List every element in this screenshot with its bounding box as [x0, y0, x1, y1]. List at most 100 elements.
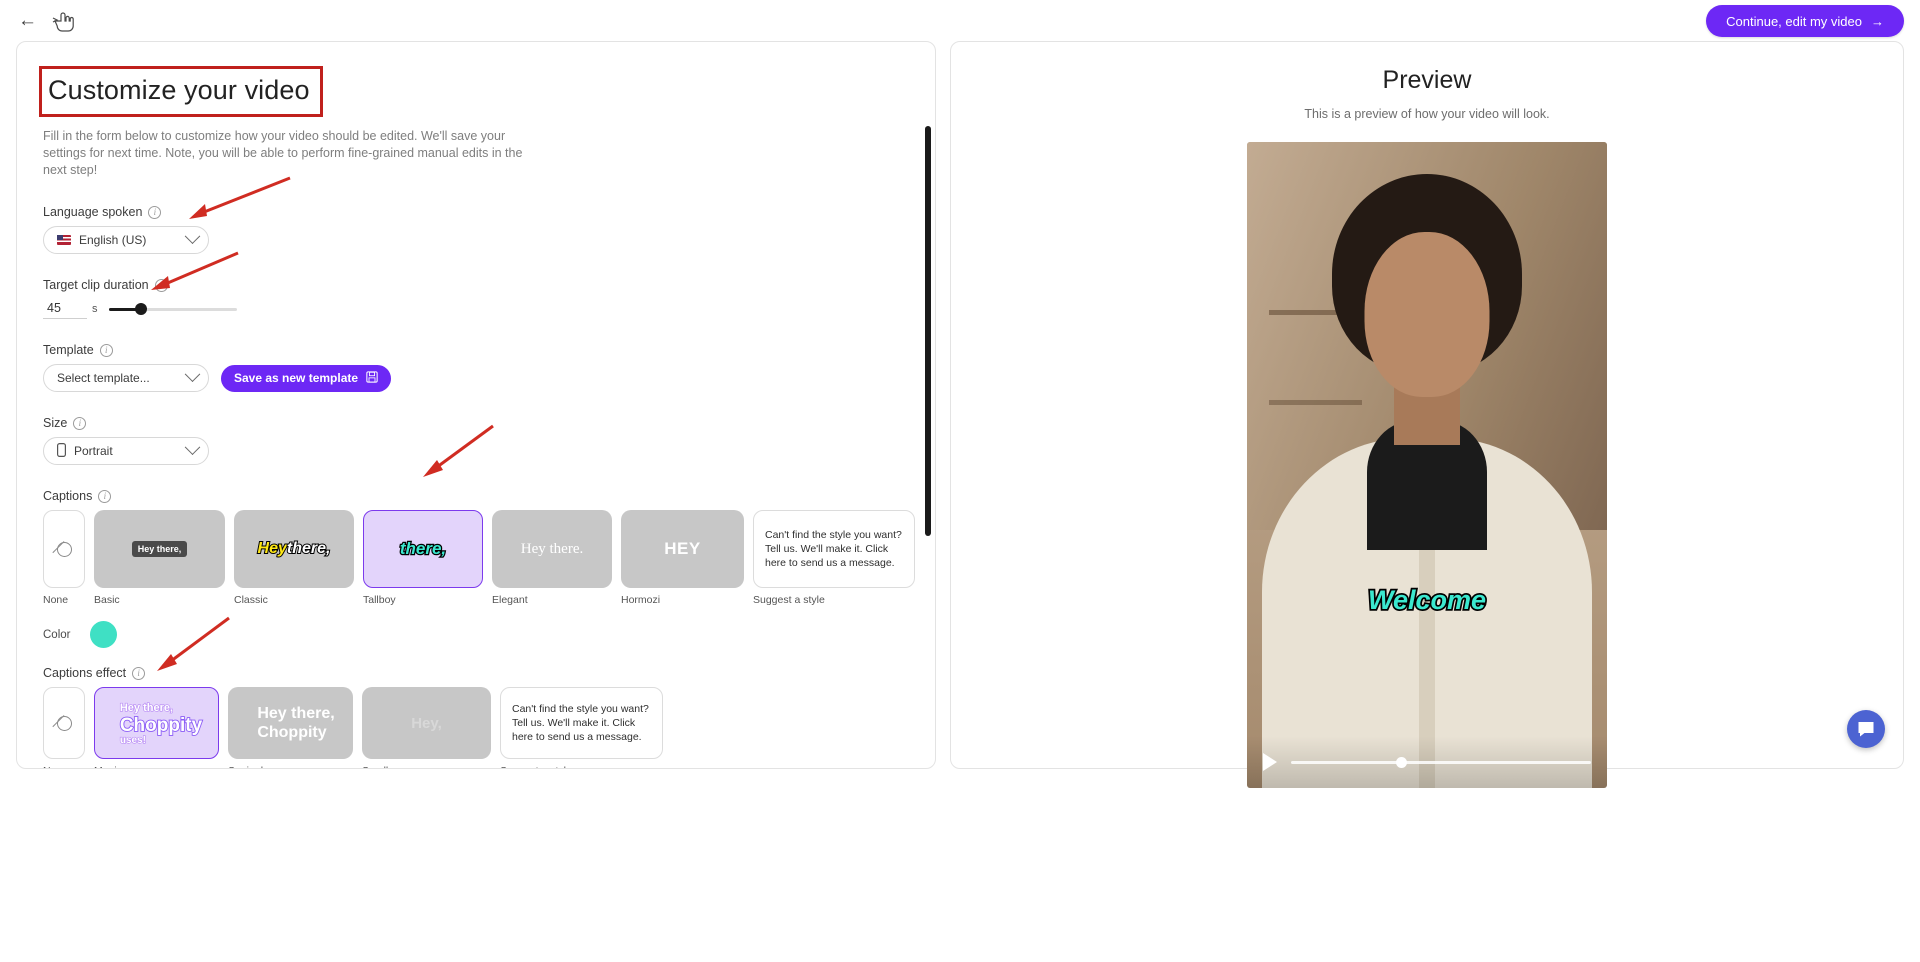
background-shelf-2 [1268, 400, 1363, 406]
caption-style-card[interactable]: Heythere, [234, 510, 354, 588]
preview-subtitle: This is a preview of how your video will… [1304, 107, 1550, 121]
caption-effect-card-selected[interactable]: Hey there, Choppity uses! [94, 687, 219, 759]
info-icon[interactable]: i [132, 666, 146, 680]
captions-effect-label: Captions effect [43, 666, 127, 680]
caption-style-card[interactable]: Hey there. [492, 510, 612, 588]
caption-style-label: Tallboy [363, 594, 396, 606]
caption-sample-text-1: Hey [257, 539, 288, 558]
language-value: English (US) [79, 233, 147, 247]
caption-sample-text: there, [399, 538, 448, 560]
effect-sample-line2: Choppity [257, 724, 327, 741]
captions-effect-label-row: Captions effect i [43, 666, 909, 680]
caption-effect-card[interactable]: Hey there, Choppity [228, 687, 353, 759]
duration-slider[interactable] [108, 303, 237, 315]
captions-effect-field: Captions effect i None Hey there, [43, 666, 909, 768]
main-content: Customize your video Fill in the form be… [0, 41, 1920, 962]
template-label-row: Template i [43, 343, 909, 357]
effect-sample-line1: Hey there, [257, 705, 335, 722]
slider-thumb[interactable] [134, 303, 147, 315]
caption-style-option-basic[interactable]: Hey there, Basic [94, 510, 225, 606]
template-label: Template [43, 343, 94, 357]
us-flag-icon [57, 235, 71, 245]
no-effect-icon [56, 715, 72, 731]
suggest-effect-card[interactable]: Can't find the style you want? Tell us. … [500, 687, 663, 759]
effect-sample-text: Hey, [411, 714, 442, 732]
duration-input[interactable]: 45 [43, 299, 87, 319]
caption-style-option-tallboy[interactable]: there, Tallboy [363, 510, 483, 606]
duration-unit: s [92, 303, 98, 315]
caption-color-swatch[interactable] [90, 621, 118, 648]
size-field: Size i Portrait [43, 416, 909, 465]
caption-style-card[interactable]: HEY [621, 510, 744, 588]
info-icon[interactable]: i [99, 343, 113, 357]
continue-edit-video-button[interactable]: Continue, edit my video → [1706, 5, 1904, 37]
captions-label: Captions [43, 489, 93, 503]
info-icon[interactable]: i [154, 278, 168, 292]
person-face [1364, 232, 1490, 398]
template-placeholder: Select template... [57, 371, 150, 385]
caption-effect-option-suggest[interactable]: Can't find the style you want? Tell us. … [500, 687, 663, 768]
video-caption-text: Welcome [1366, 583, 1487, 616]
save-disk-icon [366, 370, 378, 386]
form-intro-text: Fill in the form below to customize how … [43, 129, 523, 177]
target-clip-duration-field: Target clip duration i 45 s [43, 278, 909, 319]
caption-style-option-suggest[interactable]: Can't find the style you want? Tell us. … [753, 510, 915, 606]
caption-style-option-elegant[interactable]: Hey there. Elegant [492, 510, 612, 606]
language-select[interactable]: English (US) [43, 226, 209, 254]
language-field: Language spoken i English (US) [43, 205, 909, 254]
suggest-style-card[interactable]: Can't find the style you want? Tell us. … [753, 510, 915, 588]
duration-slider-row: 45 s [43, 299, 909, 319]
size-select[interactable]: Portrait [43, 437, 209, 465]
caption-effect-card[interactable]: Hey, [362, 687, 491, 759]
top-bar: ← Continue, edit my video → [0, 0, 1920, 41]
suggest-effect-text: Can't find the style you want? Tell us. … [512, 703, 649, 743]
caption-style-option-none[interactable]: None [43, 510, 85, 606]
caption-style-card[interactable]: Hey there, [94, 510, 225, 588]
info-icon[interactable]: i [98, 489, 112, 503]
chat-bubble-icon[interactable] [1847, 710, 1885, 748]
hand-pointer-logo-icon[interactable] [51, 10, 75, 32]
video-progress-bar[interactable] [1291, 756, 1591, 768]
captions-field: Captions i None Hey there, Basic Heyther… [43, 489, 915, 648]
caption-style-label: None [43, 594, 69, 606]
vertical-scrollbar[interactable] [925, 126, 931, 536]
caption-effect-label: Scroll [362, 765, 491, 768]
template-select[interactable]: Select template... [43, 364, 209, 392]
video-preview[interactable]: Welcome [1247, 142, 1607, 788]
caption-sample-text: Hey there. [520, 540, 584, 557]
caption-style-card[interactable] [43, 510, 85, 588]
save-as-new-template-button[interactable]: Save as new template [221, 364, 392, 392]
caption-effect-option-squiggle[interactable]: Hey there, Choppity Squiggle [228, 687, 353, 768]
caption-style-card-selected[interactable]: there, [363, 510, 483, 588]
preview-title: Preview [1382, 66, 1472, 94]
save-template-label: Save as new template [234, 371, 359, 385]
chevron-down-icon [184, 438, 201, 455]
effect-sample-line2: Choppity [119, 715, 203, 737]
caption-style-label: Basic [94, 594, 120, 606]
caption-effect-label: Suggest a style [500, 765, 663, 768]
info-icon[interactable]: i [148, 205, 162, 219]
captions-label-row: Captions i [43, 489, 909, 503]
caption-style-option-classic[interactable]: Heythere, Classic [234, 510, 354, 606]
video-progress-handle[interactable] [1396, 756, 1407, 768]
caption-effect-option-scroll[interactable]: Hey, Scroll [362, 687, 491, 768]
back-arrow-icon[interactable]: ← [18, 11, 37, 30]
caption-effect-option-magic[interactable]: Hey there, Choppity uses! Magic [94, 687, 219, 768]
caption-effect-option-none[interactable]: None [43, 687, 85, 768]
caption-style-label: Elegant [492, 594, 528, 606]
portrait-rectangle-icon [57, 442, 67, 460]
info-icon[interactable]: i [73, 416, 87, 430]
caption-style-list: None Hey there, Basic Heythere, Classic … [43, 510, 915, 606]
play-icon[interactable] [1263, 753, 1277, 771]
customize-form-panel: Customize your video Fill in the form be… [16, 41, 936, 769]
page-title-highlight: Customize your video [39, 66, 323, 117]
form-scroll-area: Customize your video Fill in the form be… [17, 42, 935, 768]
caption-style-option-hormozi[interactable]: HEY Hormozi [621, 510, 744, 606]
caption-effect-card[interactable] [43, 687, 85, 759]
caption-color-label: Color [43, 628, 71, 641]
caption-sample-text: HEY [664, 539, 701, 558]
caption-effect-list: None Hey there, Choppity uses! Magic [43, 687, 909, 768]
caption-effect-label: Magic [94, 765, 219, 768]
continue-button-label: Continue, edit my video [1726, 13, 1862, 29]
size-label-row: Size i [43, 416, 909, 430]
